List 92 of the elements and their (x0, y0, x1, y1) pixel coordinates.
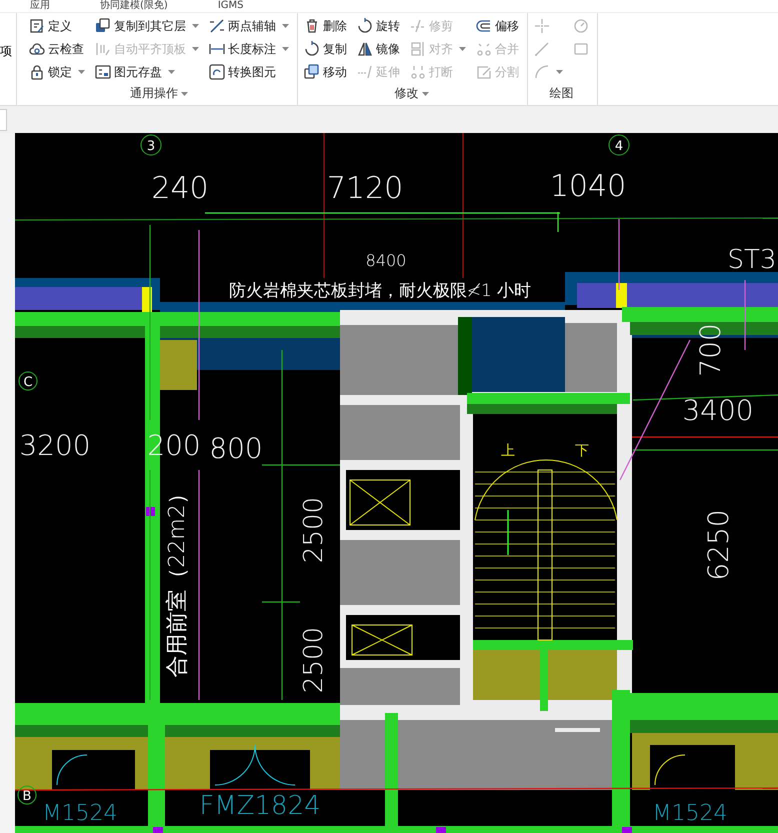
note-text: 8400 (366, 251, 406, 270)
merge-icon (476, 41, 492, 57)
line-icon (534, 41, 550, 57)
toolbar-button[interactable]: 转换图元 (207, 61, 291, 83)
convert-icon (209, 64, 225, 80)
caret-icon (282, 24, 289, 28)
copy-icon (95, 18, 111, 34)
break-icon (410, 64, 426, 80)
note-text: 合用前室（22m2） (165, 482, 190, 678)
toolbar-button[interactable]: 图元存盘 (93, 61, 201, 83)
dimension-text: 6250 (702, 509, 735, 581)
trash-icon (304, 18, 320, 34)
toolbar-button[interactable]: 镜像 (355, 38, 402, 60)
axis-marker: 3 (140, 134, 162, 156)
note-text: 防火岩棉夹芯板封堵，耐火极限≮1 小时 (228, 281, 532, 301)
caret-icon (192, 24, 199, 28)
dimension-text: 800 (209, 432, 263, 465)
rotate-icon (357, 18, 373, 34)
dimension-text: 3200 (19, 429, 91, 462)
toolbar-button[interactable]: 定义 (27, 15, 87, 37)
node-marker (436, 827, 446, 833)
door-label: FMZ1824 (199, 791, 321, 821)
panel-tab[interactable] (0, 108, 7, 130)
dimension-text: 240 (151, 171, 209, 206)
ribbon-tab[interactable]: 协同建模(限免) (100, 0, 168, 12)
group-title[interactable]: 通用操作 (126, 84, 192, 103)
dimension-icon (209, 41, 225, 57)
document-pen-icon (29, 18, 45, 34)
arc-icon (534, 64, 550, 80)
axis-marker: C (18, 372, 38, 390)
list-card-icon (95, 64, 111, 80)
toolbar-button[interactable]: 云检查 (27, 38, 87, 60)
toolbar-button[interactable]: 复制到其它层 (93, 15, 201, 37)
group-title[interactable]: 修改 (390, 84, 432, 103)
dimension-text: 1040 (550, 169, 626, 204)
toolbar-button[interactable]: 旋转 (355, 15, 402, 37)
caret-icon (78, 70, 85, 74)
dimension-text: 7120 (326, 171, 404, 206)
toolbar-button[interactable]: 偏移 (474, 15, 521, 37)
column-marker (142, 287, 152, 312)
offset-icon (476, 18, 492, 34)
caret-icon (459, 47, 466, 51)
copy-icon (304, 64, 320, 80)
door-label: M1524 (652, 801, 728, 826)
toolbar-button[interactable]: 移动 (302, 61, 349, 83)
caret-icon (181, 92, 188, 96)
stair-label: 下 (575, 443, 589, 459)
caret-icon (192, 47, 199, 51)
toolbar-button[interactable]: 长度标注 (207, 38, 291, 60)
node-marker (622, 827, 632, 833)
column-marker (616, 283, 627, 308)
mirror-icon (357, 41, 373, 57)
align-top-icon (95, 41, 111, 57)
toolbar-button[interactable]: 删除 (302, 15, 349, 37)
door-swing (654, 754, 686, 786)
rectangle-icon (573, 41, 589, 57)
dimension-text: 2500 (299, 496, 329, 564)
door-swing (254, 744, 296, 786)
circle-icon (573, 18, 589, 34)
caret-icon (168, 70, 175, 74)
rotate-icon (304, 41, 320, 57)
marker-bar (555, 728, 600, 732)
trim-icon (410, 18, 426, 34)
dimension-text: ST3 (728, 245, 776, 275)
panel-label: 项 (0, 44, 12, 58)
caret-icon (556, 70, 563, 74)
dimension-text: 2500 (299, 626, 329, 694)
slab-fill (160, 340, 197, 390)
dimension-text: 3400 (682, 394, 754, 427)
dimension-text: 700 (694, 323, 727, 377)
door-label: M1524 (42, 801, 118, 826)
axis-marker: B (18, 786, 36, 804)
door-swing (56, 754, 88, 786)
stair-label: 上 (501, 443, 515, 459)
toolbar-button[interactable]: 两点辅轴 (207, 15, 291, 37)
align-icon (410, 41, 426, 57)
cloud-icon (29, 41, 45, 57)
toolbar-button[interactable]: 锁定 (27, 61, 87, 83)
grid-line (744, 280, 746, 350)
toolbar-button[interactable]: 复制 (302, 38, 349, 60)
caret-icon (422, 92, 428, 96)
crosshair-icon (534, 18, 550, 34)
lock-icon (29, 64, 45, 80)
extend-icon (357, 64, 373, 80)
shaft-fill (565, 323, 617, 392)
group-title[interactable]: 绘图 (546, 84, 578, 103)
diagonal-line-icon (209, 18, 225, 34)
axis-marker: 4 (608, 134, 630, 156)
caret-icon (282, 47, 289, 51)
node-marker (153, 827, 163, 833)
split-icon (476, 64, 492, 80)
ribbon-tab[interactable]: IGMS (218, 0, 244, 12)
